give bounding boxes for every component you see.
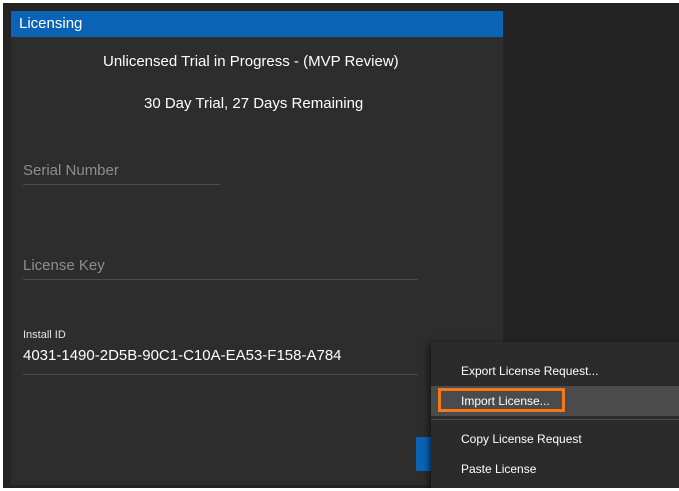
menu-item-copy-license-request[interactable]: Copy License Request	[431, 424, 679, 454]
licensing-dialog: Licensing Unlicensed Trial in Progress -…	[11, 11, 503, 485]
license-context-menu: Export License Request... Import License…	[431, 342, 679, 488]
install-id-label: Install ID	[23, 329, 66, 341]
trial-status-text: Unlicensed Trial in Progress - (MVP Revi…	[103, 53, 399, 70]
license-key-underline	[23, 279, 418, 280]
serial-number-input[interactable]	[23, 158, 213, 182]
menu-item-paste-license[interactable]: Paste License	[431, 454, 679, 484]
app-window: Licensing Unlicensed Trial in Progress -…	[3, 3, 679, 488]
menu-divider	[431, 419, 679, 420]
license-key-input[interactable]	[23, 253, 403, 277]
trial-days-text: 30 Day Trial, 27 Days Remaining	[144, 95, 364, 112]
menu-item-export-license-request[interactable]: Export License Request...	[431, 356, 679, 386]
install-id-value: 4031-1490-2D5B-90C1-C10A-EA53-F158-A784	[23, 347, 342, 364]
menu-item-import-license[interactable]: Import License...	[431, 386, 679, 416]
install-id-underline	[23, 374, 418, 375]
dialog-title: Licensing	[11, 11, 503, 37]
serial-number-underline	[23, 184, 220, 185]
import-license-highlight	[438, 388, 565, 412]
